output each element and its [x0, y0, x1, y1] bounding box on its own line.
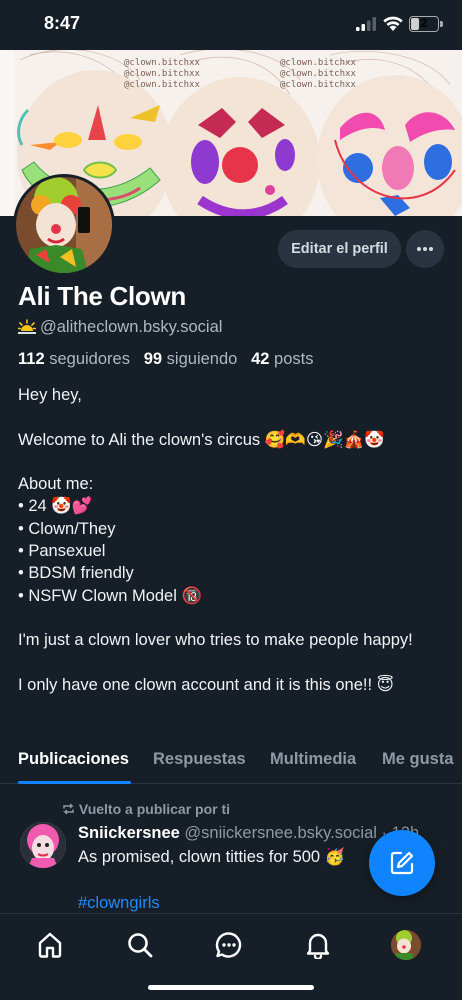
battery-level: 2 [420, 16, 428, 30]
bell-icon[interactable] [304, 931, 332, 959]
sunrise-icon [17, 319, 40, 340]
profile-avatar[interactable] [391, 930, 421, 960]
profile-handle: @alitheclown.bsky.social [40, 318, 223, 336]
banner-watermarks-left: @clown.bitchxx @clown.bitchxx @clown.bit… [124, 58, 200, 90]
search-icon[interactable] [126, 931, 154, 959]
edit-profile-button[interactable]: Editar el perfil [278, 230, 401, 268]
banner-watermarks-right: @clown.bitchxx @clown.bitchxx @clown.bit… [280, 58, 356, 90]
tab-multimedia[interactable]: Multimedia [270, 750, 356, 769]
post-author-handle: @sniickersnee.bsky.social [184, 824, 377, 842]
post-author-name: Sniickersnee [78, 824, 180, 842]
followers-link[interactable]: 112 seguidores [18, 350, 130, 368]
post-hashtag[interactable]: #clowngirls [78, 894, 160, 913]
status-bar: 8:47 2 [0, 0, 462, 50]
avatar-image [16, 177, 112, 273]
repost-icon [63, 803, 74, 815]
battery-icon: 2 [409, 16, 443, 32]
profile-avatar[interactable] [13, 174, 115, 276]
chat-icon[interactable] [215, 931, 243, 959]
home-icon[interactable] [36, 931, 64, 959]
profile-bio: Hey hey, Welcome to Ali the clown's circ… [18, 386, 413, 694]
active-tab-indicator [18, 781, 131, 784]
repost-indicator: Vuelto a publicar por ti [62, 801, 230, 817]
compose-button[interactable] [369, 830, 435, 896]
following-link[interactable]: 99 siguiendo [144, 350, 238, 368]
tab-publicaciones[interactable]: Publicaciones [18, 750, 129, 769]
tab-me-gusta[interactable]: Me gusta [382, 750, 454, 769]
profile-stats: 112 seguidores 99 siguiendo 42 posts [18, 350, 313, 369]
tab-respuestas[interactable]: Respuestas [153, 750, 246, 769]
profile-tabs: Publicaciones Respuestas Multimedia Me g… [0, 742, 462, 784]
wifi-icon [383, 16, 403, 31]
compose-icon [390, 851, 414, 875]
display-name: Ali The Clown [18, 281, 186, 311]
signal-icon [356, 17, 376, 31]
status-time: 8:47 [44, 13, 81, 33]
post-text: As promised, clown titties for 500 🥳 [78, 848, 346, 866]
post-author-avatar[interactable] [20, 822, 66, 868]
home-indicator [148, 985, 314, 990]
repost-label: Vuelto a publicar por ti [78, 801, 231, 817]
posts-count: 42 posts [251, 350, 314, 368]
more-dots-icon[interactable] [406, 230, 444, 268]
handle-row: @alitheclown.bsky.social [17, 318, 223, 340]
